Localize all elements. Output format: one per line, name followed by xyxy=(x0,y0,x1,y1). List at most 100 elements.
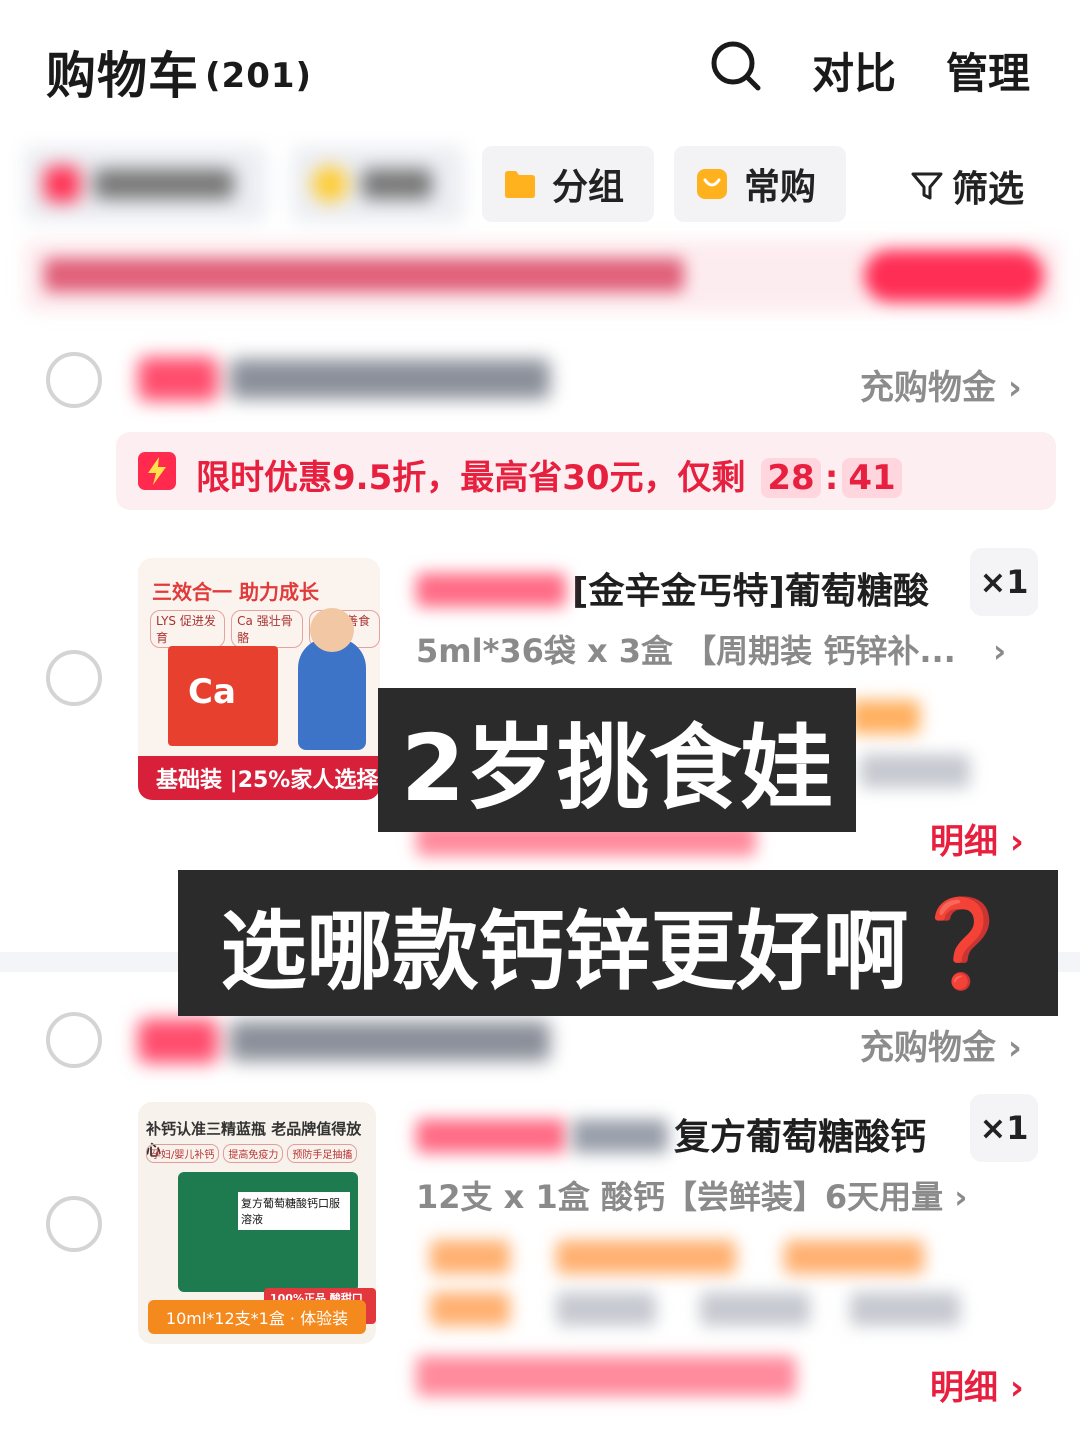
flash-sale-message: 限时优惠9.5折，最高省30元，仅剩 xyxy=(196,458,746,498)
caption-line-1: 2岁挑食娃 xyxy=(378,688,856,832)
group-chip[interactable]: 分组 xyxy=(482,146,654,222)
chip-icon xyxy=(44,166,80,202)
blurred-brand xyxy=(416,573,566,607)
blurred-chip-text xyxy=(362,169,432,199)
countdown-minutes: 41 xyxy=(842,458,902,498)
compare-button[interactable]: 对比 xyxy=(812,40,896,101)
funnel-icon xyxy=(911,172,943,200)
product-image[interactable]: 补钙认准三精蓝瓶 老品牌值得放心 孕妇/婴儿补钙 提高免疫力 预防手足抽搐 复方… xyxy=(138,1102,376,1344)
store-name-blurred[interactable] xyxy=(138,1016,568,1066)
store-name-text xyxy=(230,1021,550,1061)
blurred-tag xyxy=(784,1240,924,1274)
frequent-label: 常购 xyxy=(744,167,817,208)
image-pill: 提高免疫力 xyxy=(223,1144,284,1163)
chevron-right-icon: › xyxy=(1009,822,1024,862)
blurred-chip-2[interactable] xyxy=(292,146,464,222)
promo-banner-text xyxy=(44,258,684,292)
bag-icon xyxy=(697,169,727,199)
product-spec[interactable]: 5ml*36袋 x 3盒 【周期装 钙锌补... › xyxy=(416,626,1006,672)
cart-title: 购物车 xyxy=(46,47,199,105)
page-title: 购物车 (201) xyxy=(46,36,312,108)
image-band: 基础装 |25%家人选择 xyxy=(138,756,380,800)
frequent-chip[interactable]: 常购 xyxy=(674,146,846,222)
store-select-radio[interactable] xyxy=(46,1012,102,1068)
blurred-tag xyxy=(430,1292,510,1326)
filter-button[interactable]: 筛选 xyxy=(910,160,1024,212)
blurred-chip-text xyxy=(94,169,234,199)
product-spec-text: 5ml*36袋 x 3盒 【周期装 钙锌补... xyxy=(416,632,956,670)
countdown-separator: : xyxy=(824,458,839,498)
detail-label: 明细 xyxy=(930,822,998,862)
detail-link[interactable]: 明细 › xyxy=(930,1360,1024,1409)
chevron-right-icon: › xyxy=(1009,1368,1024,1408)
flash-sale-text: 限时优惠9.5折，最高省30元，仅剩 28:41 xyxy=(196,450,906,499)
detail-label: 明细 xyxy=(930,1368,998,1408)
filter-row: 分组 常购 筛选 xyxy=(0,146,1080,224)
image-pill: 孕妇/婴儿补钙 xyxy=(146,1144,220,1163)
product-spec[interactable]: 12支 x 1盒 酸钙【尝鲜装】6天用量 › xyxy=(416,1172,967,1218)
blurred-tag xyxy=(430,1240,510,1274)
image-pill: Ca 强壮骨骼 xyxy=(231,610,303,648)
chevron-right-icon: › xyxy=(1007,368,1022,408)
store-select-radio[interactable] xyxy=(46,352,102,408)
blurred-brand xyxy=(416,1119,566,1153)
chevron-right-icon: › xyxy=(1007,1028,1022,1068)
blurred-tag xyxy=(850,700,920,734)
blurred-tag xyxy=(860,754,970,788)
blurred-tag xyxy=(556,1292,656,1326)
image-band: 10ml*12支*1盒 · 体验装 xyxy=(148,1300,366,1334)
chevron-right-icon: › xyxy=(954,1178,968,1216)
detail-link[interactable]: 明细 › xyxy=(930,814,1024,863)
cart-count: (201) xyxy=(205,56,313,96)
store-name-blurred[interactable] xyxy=(138,354,568,404)
caption-line-2: 选哪款钙锌更好啊 ❓ xyxy=(178,870,1058,1016)
blurred-price xyxy=(416,1356,796,1396)
blurred-tag xyxy=(556,1240,736,1274)
filter-label: 筛选 xyxy=(952,169,1025,210)
folder-icon xyxy=(505,171,535,198)
promo-banner-button[interactable] xyxy=(864,250,1044,302)
image-pill: 预防手足抽搐 xyxy=(287,1144,358,1163)
product-title[interactable]: [金辛金丐特]葡萄糖酸 xyxy=(416,562,929,614)
cashback-label: 充购物金 xyxy=(860,368,996,408)
promo-banner[interactable] xyxy=(24,240,1060,312)
product-title[interactable]: 复方葡萄糖酸钙 xyxy=(416,1108,926,1160)
blurred-chip-1[interactable] xyxy=(24,146,266,222)
image-headline: 三效合一 助力成长 xyxy=(152,580,319,604)
product-title-text: [金辛金丐特]葡萄糖酸 xyxy=(572,571,929,612)
blurred-tag xyxy=(700,1292,810,1326)
image-pills: 孕妇/婴儿补钙 提高免疫力 预防手足抽搐 xyxy=(146,1144,358,1163)
blurred-tag xyxy=(850,1292,960,1326)
cashback-link[interactable]: 充购物金 › xyxy=(860,360,1022,409)
cashback-label: 充购物金 xyxy=(860,1028,996,1068)
image-pill: LYS 促进发育 xyxy=(150,610,226,648)
question-mark-icon: ❓ xyxy=(908,893,1016,994)
chip-icon xyxy=(312,166,348,202)
product-select-radio[interactable] xyxy=(46,650,102,706)
child-graphic xyxy=(298,608,366,750)
lightning-icon xyxy=(138,452,176,490)
store-name-text xyxy=(230,359,550,399)
search-icon[interactable] xyxy=(710,40,762,92)
group-label: 分组 xyxy=(552,167,625,208)
product-title-text: 复方葡萄糖酸钙 xyxy=(674,1117,927,1158)
product-box-label: 复方葡萄糖酸钙口服溶液 xyxy=(238,1192,350,1230)
product-image[interactable]: 三效合一 助力成长 LYS 促进发育 Ca 强壮骨骼 Zn 改善食欲 Ca 基础… xyxy=(138,558,380,800)
countdown-hours: 28 xyxy=(761,458,821,498)
store-tag xyxy=(138,1019,218,1063)
manage-button[interactable]: 管理 xyxy=(946,40,1030,101)
quantity-badge[interactable]: ×1 xyxy=(970,1094,1038,1162)
store-tag xyxy=(138,357,218,401)
header: 购物车 (201) 对比 管理 xyxy=(0,0,1080,130)
product-spec-text: 12支 x 1盒 酸钙【尝鲜装】6天用量 xyxy=(416,1178,944,1216)
flash-sale-banner: 限时优惠9.5折，最高省30元，仅剩 28:41 xyxy=(116,432,1056,510)
product-select-radio[interactable] xyxy=(46,1196,102,1252)
quantity-badge[interactable]: ×1 xyxy=(970,548,1038,616)
ca-label: Ca xyxy=(188,672,236,712)
product-box-graphic: 复方葡萄糖酸钙口服溶液 xyxy=(178,1172,358,1292)
cashback-link[interactable]: 充购物金 › xyxy=(860,1020,1022,1069)
chevron-right-icon: › xyxy=(992,632,1007,670)
caption-line-2-text: 选哪款钙锌更好啊 xyxy=(220,901,909,1002)
product-box-graphic: Ca xyxy=(168,646,278,746)
blurred-brand xyxy=(572,1119,668,1153)
